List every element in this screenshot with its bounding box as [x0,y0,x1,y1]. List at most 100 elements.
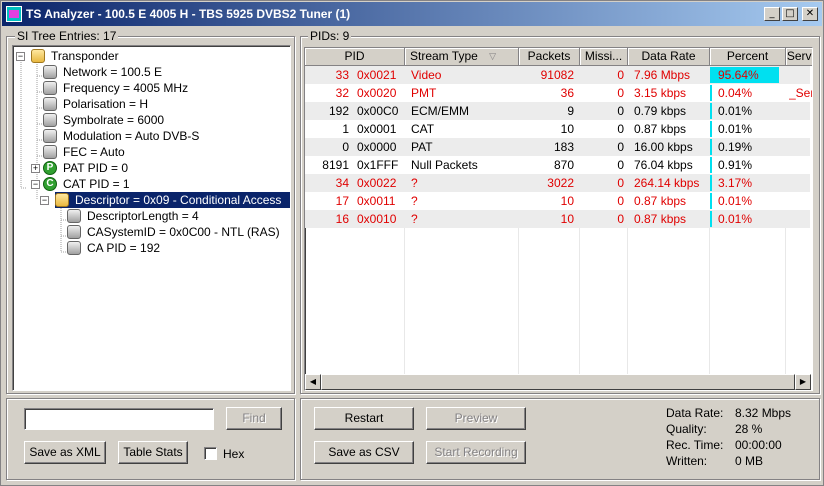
table-cell: 0 [617,122,624,136]
save-as-xml-button[interactable]: Save as XML [24,441,106,464]
table-cell: 76.04 kbps [634,158,693,172]
tree-node-label: DescriptorLength = 4 [87,209,199,223]
percent-bar [710,85,712,101]
table-stats-button[interactable]: Table Stats [118,441,188,464]
table-cell: 0 [617,176,624,190]
table-cell: ? [411,212,418,226]
tree-node[interactable]: Modulation = Auto DVB-S [43,128,201,144]
table-cell: 0x0001 [357,122,397,136]
hex-checkbox[interactable] [204,447,217,460]
tree-node[interactable]: Symbolrate = 6000 [43,112,166,128]
table-cell: 3.17% [718,176,753,190]
column-header[interactable]: PID [305,48,405,66]
tree-node[interactable]: Network = 100.5 E [43,64,164,80]
table-cell: 17 [335,194,349,208]
table-cell: 10 [560,212,574,226]
table-cell: 0 [617,158,624,172]
table-cell [789,66,812,84]
table-cell: ? [411,176,418,190]
collapse-icon[interactable]: − [31,180,40,189]
hex-label: Hex [223,447,245,461]
column-header-label: Missi... [584,49,623,63]
collapse-icon[interactable]: − [16,52,25,61]
table-cell: 264.14 kbps [634,176,700,190]
tree-node[interactable]: CA PID = 192 [67,240,162,256]
table-cell [789,192,812,210]
tree-node[interactable]: C CAT PID = 1 [43,176,132,192]
scroll-right-icon[interactable]: ▶ [795,374,811,390]
tree-node[interactable]: Descriptor = 0x09 - Conditional Access [55,192,290,208]
column-header-label: Percent [726,49,769,63]
column-header-label: PID [344,49,365,63]
title-bar[interactable]: TS Analyzer - 100.5 E 4005 H - TBS 5925 … [2,2,822,26]
table-cell: 0x0021 [357,68,397,82]
column-header[interactable]: Stream Type ▽ [405,48,519,66]
gray-node-icon [67,225,81,239]
tree-node[interactable]: Frequency = 4005 MHz [43,80,190,96]
collapse-icon[interactable]: − [40,196,49,205]
table-cell: 0 [617,140,624,154]
restart-button[interactable]: Restart [314,407,414,430]
tree-node-label: CA PID = 192 [87,241,161,255]
table-cell: CAT [411,122,435,136]
tree-node-label: CAT PID = 1 [63,177,130,191]
percent-bar [710,139,712,155]
tree-node-label: Network = 100.5 E [63,65,163,79]
pid-table[interactable]: PID Stream Type ▽ Packets Missi... Data Rate… [304,47,813,391]
table-cell [789,156,812,174]
folder-icon [31,49,45,63]
table-cell: 0.01% [718,122,753,136]
percent-bar [710,121,712,137]
start-recording-button[interactable]: Start Recording [426,441,526,464]
tree-node[interactable]: DescriptorLength = 4 [67,208,201,224]
maximize-icon[interactable]: □ [782,7,798,21]
tree-node[interactable]: Transponder [31,48,121,64]
scroll-left-icon[interactable]: ◀ [305,374,321,390]
stat-label: Data Rate: [666,406,724,420]
tree-node[interactable]: P PAT PID = 0 [43,160,130,176]
tree-node-label: CASystemID = 0x0C00 - NTL (RAS) [87,225,280,239]
table-cell: 0 [617,86,624,100]
tree-node-label: PAT PID = 0 [63,161,129,175]
pat-icon: P [43,161,57,175]
table-cell: 0x0000 [357,140,397,154]
app-window: TS Analyzer - 100.5 E 4005 H - TBS 5925 … [0,0,824,486]
table-cell: 0x0022 [357,176,397,190]
scroll-thumb[interactable] [321,374,795,390]
percent-bar [710,211,712,227]
table-cell: ECM/EMM [411,104,469,118]
stat-value: 0 MB [735,454,764,468]
save-as-csv-button[interactable]: Save as CSV [314,441,414,464]
table-cell: 32 [335,86,349,100]
tree-node[interactable]: Polarisation = H [43,96,150,112]
column-header[interactable]: Servi [786,48,812,66]
find-button[interactable]: Find [226,407,282,430]
close-icon[interactable]: ✕ [802,7,818,21]
table-cell: PMT [411,86,437,100]
column-header[interactable]: Missi... [580,48,628,66]
table-cell: 183 [553,140,574,154]
preview-button[interactable]: Preview [426,407,526,430]
column-header[interactable]: Packets [519,48,580,66]
stat-value: 00:00:00 [735,438,782,452]
table-cell: 0 [617,212,624,226]
tree-node-label: Transponder [51,49,119,63]
column-header[interactable]: Data Rate [628,48,710,66]
sort-arrow-icon: ▽ [489,51,496,61]
percent-bar [710,175,712,191]
si-tree[interactable]: − Transponder Network = 100.5 E Frequency =… [12,45,291,391]
horizontal-scrollbar[interactable]: ◀ ▶ [305,374,811,390]
column-header[interactable]: Percent [710,48,786,66]
tree-node[interactable]: FEC = Auto [43,144,127,160]
table-cell: 0.01% [718,104,753,118]
gray-node-icon [43,81,57,95]
minimize-icon[interactable]: _ [764,7,780,21]
column-header-label: Data Rate [641,49,696,63]
pids-label: PIDs: 9 [308,29,352,43]
search-input[interactable] [24,408,214,430]
tree-node-label: FEC = Auto [63,145,125,159]
table-cell: 870 [553,158,574,172]
tree-node[interactable]: CASystemID = 0x0C00 - NTL (RAS) [67,224,282,240]
table-cell: 0x0010 [357,212,397,226]
expand-icon[interactable]: + [31,164,40,173]
